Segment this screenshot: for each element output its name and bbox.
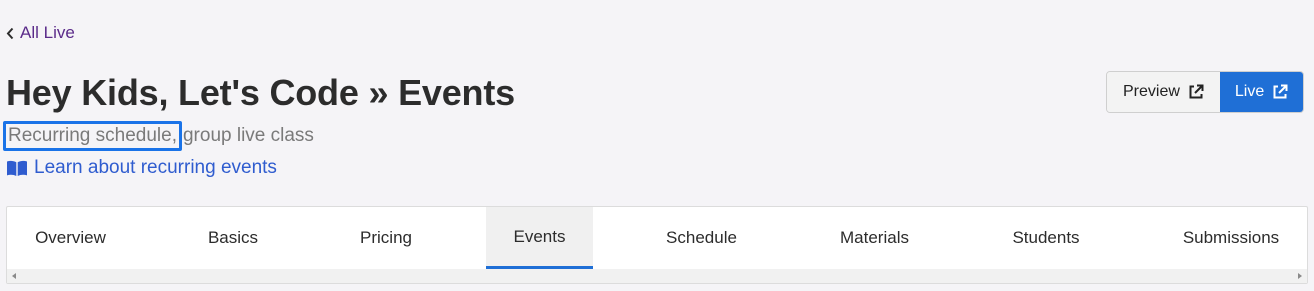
scroll-left-arrow-icon[interactable] <box>12 273 16 279</box>
open-book-icon <box>7 160 27 176</box>
view-button-group: Preview Live <box>1106 71 1305 113</box>
tab-pricing[interactable]: Pricing <box>322 207 450 269</box>
page-title: Hey Kids, Let's Code » Events <box>6 72 515 113</box>
tab-materials[interactable]: Materials <box>810 207 939 269</box>
tab-submissions[interactable]: Submissions <box>1163 207 1299 269</box>
tab-basics[interactable]: Basics <box>170 207 296 269</box>
tab-label: Schedule <box>666 228 737 247</box>
subtitle-text: group live class <box>182 125 314 146</box>
page-subtitle: Recurring schedule, group live class <box>3 121 314 151</box>
chevron-left-icon <box>6 27 14 39</box>
tab-label: Materials <box>840 228 909 247</box>
tab-students[interactable]: Students <box>982 207 1110 269</box>
subtitle-highlighted-text: Recurring schedule, <box>3 121 182 151</box>
external-link-icon <box>1189 84 1204 99</box>
preview-button-label: Preview <box>1123 83 1180 100</box>
scroll-right-arrow-icon[interactable] <box>1298 273 1302 279</box>
back-link-label: All Live <box>20 23 75 42</box>
tab-schedule[interactable]: Schedule <box>637 207 766 269</box>
tab-label: Basics <box>207 228 259 247</box>
tab-label: Pricing <box>360 228 412 247</box>
tabs-horizontal-scrollbar[interactable] <box>7 269 1307 283</box>
tab-label: Students <box>1012 228 1080 247</box>
tab-bar: Overview Basics Pricing Events Schedule … <box>6 206 1308 284</box>
learn-about-recurring-events-link[interactable]: Learn about recurring events <box>6 157 277 179</box>
back-link-all-live[interactable]: All Live <box>6 23 75 43</box>
tab-label: Submissions <box>1182 228 1280 247</box>
live-button[interactable]: Live <box>1219 72 1304 112</box>
live-button-label: Live <box>1234 83 1265 100</box>
tab-overview[interactable]: Overview <box>7 207 134 269</box>
tab-label: Events <box>513 226 566 246</box>
learn-link-label: Learn about recurring events <box>34 157 277 178</box>
preview-button[interactable]: Preview <box>1107 72 1220 112</box>
tab-label: Overview <box>35 228 106 247</box>
tab-events[interactable]: Events <box>486 207 593 269</box>
external-link-icon <box>1273 84 1288 99</box>
